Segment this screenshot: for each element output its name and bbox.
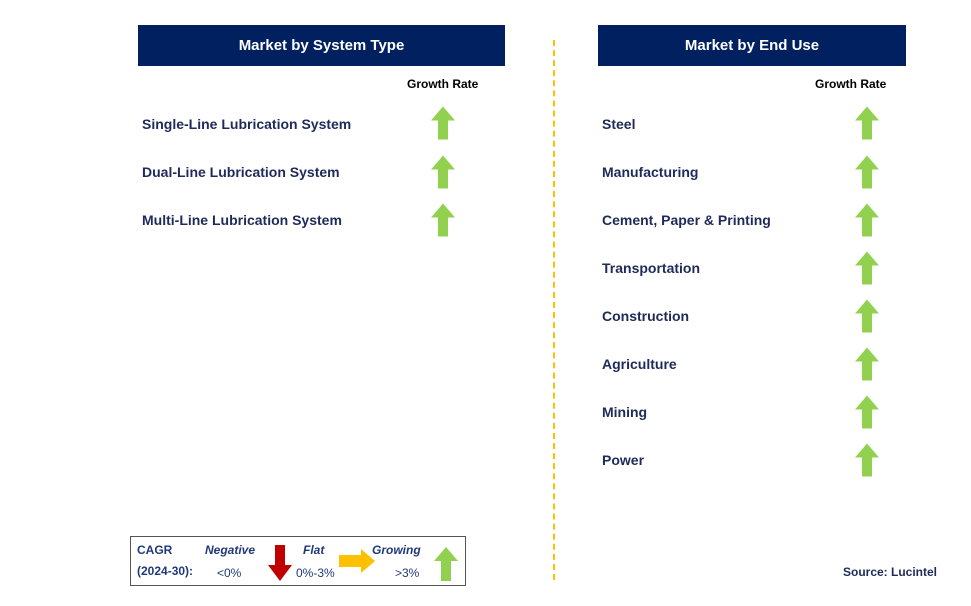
left-item-label: Multi-Line Lubrication System (142, 212, 342, 228)
growth-up-arrow-icon (855, 106, 879, 140)
growth-up-arrow-icon (855, 347, 879, 381)
up-arrow-icon (434, 547, 458, 581)
legend-negative: Negative (205, 543, 256, 557)
right-item-label: Mining (602, 404, 648, 420)
system-type-growth-rate-label: Growth Rate (407, 77, 479, 91)
legend: CAGR (2024-30): Negative <0% Flat 0%-3% … (130, 536, 466, 586)
legend-flat-range: 0%-3% (296, 566, 335, 580)
source: Source: Lucintel (842, 565, 937, 579)
right-item-label: Construction (602, 308, 690, 324)
end-use-growth-rate-label: Growth Rate (815, 77, 887, 91)
legend-growing: Growing (372, 543, 421, 557)
right-item-label: Cement, Paper & Printing (602, 212, 771, 228)
divider (553, 40, 555, 580)
left-item-label: Dual-Line Lubrication System (142, 164, 340, 180)
growth-up-arrow-icon (431, 155, 455, 189)
growth-up-arrow-icon (431, 106, 455, 140)
legend-negative-range: <0% (217, 566, 242, 580)
right-item-label: Manufacturing (602, 164, 699, 180)
left-item-label: Single-Line Lubrication System (142, 116, 352, 132)
right-arrow-icon (339, 549, 375, 573)
right-item-label: Agriculture (602, 356, 677, 372)
system-type-header: Market by System Type (138, 25, 505, 66)
growth-up-arrow-icon (431, 203, 455, 237)
down-arrow-icon (268, 545, 292, 581)
right-item-label: Power (602, 452, 645, 468)
growth-up-arrow-icon (855, 251, 879, 285)
growth-up-arrow-icon (855, 395, 879, 429)
growth-up-arrow-icon (855, 299, 879, 333)
legend-growing-range: >3% (395, 566, 420, 580)
legend-period: (2024-30): (137, 564, 194, 578)
legend-flat: Flat (303, 543, 325, 557)
end-use-header: Market by End Use (598, 25, 906, 66)
right-item-label: Transportation (602, 260, 701, 276)
growth-up-arrow-icon (855, 203, 879, 237)
growth-up-arrow-icon (855, 155, 879, 189)
legend-cagr: CAGR (137, 543, 173, 557)
growth-up-arrow-icon (855, 443, 879, 477)
right-item-label: Steel (602, 116, 636, 132)
